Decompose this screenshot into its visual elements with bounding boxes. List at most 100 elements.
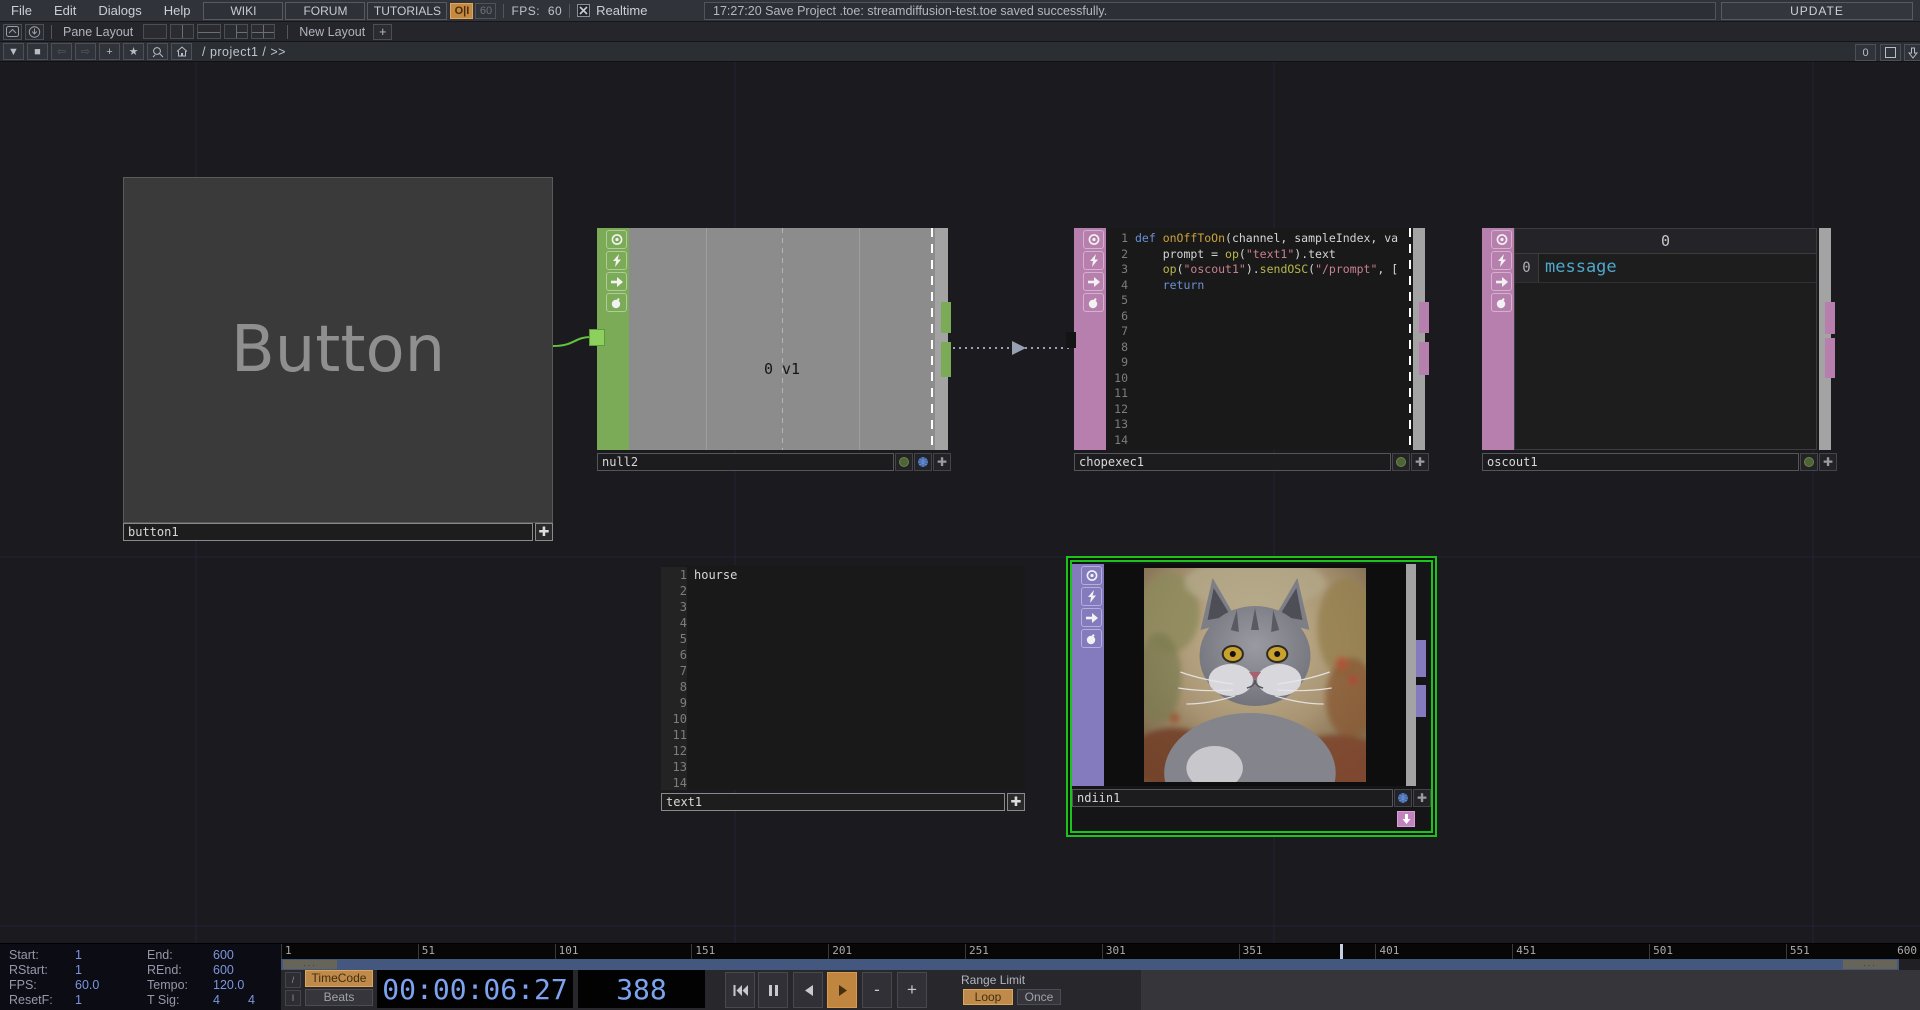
midi-io-value[interactable]: 60	[475, 3, 496, 19]
layout-two-columns-button[interactable]	[170, 24, 194, 39]
oscout1-color-dot-button[interactable]	[1800, 453, 1818, 471]
start-value[interactable]: 1	[75, 948, 147, 963]
oscout1-table-viewer[interactable]: 0 0 message	[1514, 228, 1817, 450]
bomb-flag-icon[interactable]	[1083, 293, 1104, 312]
search-zoom-button[interactable]	[147, 43, 168, 60]
viewer-flag-icon[interactable]	[1083, 230, 1104, 249]
bomb-flag-icon[interactable]	[1081, 629, 1102, 648]
button1-viewer[interactable]: Button	[123, 177, 553, 523]
ndiin1-output-connector[interactable]	[1416, 640, 1426, 677]
timeline-ruler[interactable]: 151101151201251301351401451501551600	[281, 944, 1920, 959]
oscout1-name-field[interactable]: oscout1	[1482, 453, 1799, 471]
node-button1[interactable]: Button button1 ✚	[123, 177, 553, 543]
rstart-value[interactable]: 1	[75, 963, 147, 978]
bomb-flag-icon[interactable]	[1491, 293, 1512, 312]
text1-text-viewer[interactable]: 1hourse234567891011121314	[661, 565, 1025, 790]
stop-button[interactable]: ■	[27, 43, 48, 60]
node-ndiin1-selected[interactable]: ndiin1 ✚	[1066, 556, 1437, 837]
rend-value[interactable]: 600	[213, 963, 281, 978]
menu-file[interactable]: File	[0, 0, 43, 21]
oscout1-output-connector-2[interactable]	[1825, 338, 1835, 378]
viewer-flag-icon[interactable]	[1081, 566, 1102, 585]
null2-output-connector[interactable]	[941, 302, 951, 333]
breadcrumb[interactable]: / project1 / >>	[202, 45, 286, 59]
frame-i-button[interactable]: I	[285, 990, 301, 1006]
timeline-playhead[interactable]	[1340, 944, 1343, 959]
oscout1-expand-parameters-button[interactable]: ✚	[1819, 453, 1837, 471]
timecode-display[interactable]: 00:00:06:27	[377, 970, 573, 1008]
frame-slash-button[interactable]: /	[285, 972, 301, 988]
add-button[interactable]: +	[99, 43, 120, 60]
play-forward-button[interactable]	[827, 972, 857, 1008]
ndiin1-name-field[interactable]: ndiin1	[1072, 789, 1393, 807]
null2-viewer[interactable]: 0 v1	[629, 228, 935, 450]
bypass-flag-icon[interactable]	[1083, 251, 1104, 270]
realtime-checkbox[interactable]	[577, 4, 590, 17]
beats-mode-button[interactable]: Beats	[305, 989, 373, 1006]
menu-help[interactable]: Help	[153, 0, 202, 21]
viewer-flag-icon[interactable]	[606, 230, 627, 249]
range-end-handle[interactable]: ...	[1843, 960, 1897, 969]
text1-name-field[interactable]: text1	[661, 793, 1005, 811]
bypass-flag-icon[interactable]	[606, 251, 627, 270]
end-value[interactable]: 600	[213, 948, 281, 963]
chopexec1-input-connector[interactable]	[1066, 332, 1076, 348]
pane-window-icon[interactable]	[3, 24, 22, 40]
layout-two-rows-button[interactable]	[197, 24, 221, 39]
text1-expand-parameters-button[interactable]: ✚	[1007, 793, 1025, 811]
home-button[interactable]	[171, 43, 192, 60]
bookmark-star-button[interactable]: ★	[123, 43, 144, 60]
null2-color-dot-button[interactable]	[895, 453, 913, 471]
node-chopexec1[interactable]: 1def onOffToOn(channel, sampleIndex, va2…	[1074, 228, 1429, 473]
tsig-value[interactable]: 44	[213, 993, 281, 1008]
chopexec1-color-dot-button[interactable]	[1392, 453, 1410, 471]
bypass-flag-icon[interactable]	[1081, 587, 1102, 606]
menu-dialogs[interactable]: Dialogs	[87, 0, 152, 21]
button1-expand-parameters-button[interactable]: ✚	[535, 523, 553, 541]
range-loop-button[interactable]: Loop	[963, 989, 1013, 1005]
step-forward-button[interactable]: +	[897, 972, 927, 1008]
jump-to-start-button[interactable]	[725, 972, 755, 1008]
maximize-pane-button[interactable]	[1880, 44, 1901, 61]
chopexec1-output-connector-2[interactable]	[1419, 342, 1429, 375]
layout-single-button[interactable]	[143, 24, 167, 39]
pause-button[interactable]	[758, 972, 788, 1008]
tempo-value[interactable]: 120.0	[213, 978, 281, 993]
node-text1[interactable]: 1hourse234567891011121314 text1 ✚	[661, 565, 1025, 813]
forward-arrow-button[interactable]: ⇨	[75, 43, 96, 60]
resetf-value[interactable]: 1	[75, 993, 147, 1008]
chopexec1-name-field[interactable]: chopexec1	[1074, 453, 1391, 471]
back-arrow-button[interactable]: ⇦	[51, 43, 72, 60]
wiki-button[interactable]: WIKI	[203, 2, 283, 20]
chopexec1-expand-parameters-button[interactable]: ✚	[1411, 453, 1429, 471]
button1-name-field[interactable]: button1	[123, 523, 533, 541]
null2-globe-button[interactable]	[914, 453, 932, 471]
export-flag-icon[interactable]	[606, 272, 627, 291]
oscout1-output-connector[interactable]	[1825, 302, 1835, 334]
ndiin1-globe-button[interactable]	[1394, 789, 1412, 807]
chopexec1-output-connector[interactable]	[1419, 302, 1429, 333]
midi-io-indicator[interactable]: O|I	[450, 3, 473, 19]
export-flag-icon[interactable]	[1081, 608, 1102, 627]
node-oscout1[interactable]: 0 0 message oscout1 ✚	[1482, 228, 1837, 473]
update-button[interactable]: UPDATE	[1721, 2, 1913, 20]
menu-edit[interactable]: Edit	[43, 0, 87, 21]
node-null2[interactable]: 0 v1 null2 ✚	[597, 228, 951, 473]
export-flag-icon[interactable]	[1083, 272, 1104, 291]
timecode-mode-button[interactable]: TimeCode	[305, 970, 373, 987]
fps-value[interactable]: 60.0	[75, 978, 147, 993]
pane-type-dropdown[interactable]: ▼	[3, 43, 24, 60]
chopexec1-code-viewer[interactable]: 1def onOffToOn(channel, sampleIndex, va2…	[1106, 228, 1413, 450]
viewer-flag-icon[interactable]	[1491, 230, 1512, 249]
new-layout-add-button[interactable]: +	[373, 24, 392, 40]
dock-icon-button[interactable]	[25, 24, 44, 40]
range-start-handle[interactable]: ...	[283, 960, 337, 969]
table-row[interactable]: 0 message	[1515, 254, 1816, 283]
bomb-flag-icon[interactable]	[606, 293, 627, 312]
ndiin1-expand-parameters-button[interactable]: ✚	[1413, 789, 1431, 807]
null2-output-connector-2[interactable]	[941, 342, 951, 377]
null2-expand-parameters-button[interactable]: ✚	[933, 453, 951, 471]
tutorials-button[interactable]: TUTORIALS	[367, 2, 447, 20]
layout-left-plus-two-button[interactable]	[224, 24, 248, 39]
range-once-button[interactable]: Once	[1017, 989, 1061, 1005]
